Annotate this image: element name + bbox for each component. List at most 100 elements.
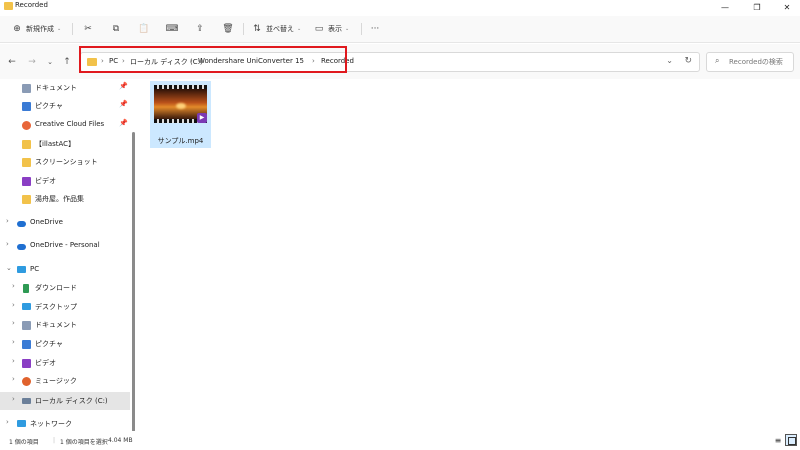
- sidebar-item-downloads[interactable]: › ダウンロード: [0, 279, 130, 297]
- sidebar-item-yufuneya[interactable]: 湯舟屋。作品集: [0, 190, 130, 208]
- sidebar-item-label: 【illastAC】: [35, 140, 76, 148]
- chevron-down-icon: ⌄: [297, 26, 302, 32]
- sidebar-scrollbar[interactable]: [132, 132, 135, 432]
- chevron-right-icon[interactable]: ›: [12, 395, 15, 403]
- view-button[interactable]: ▭ 表示 ⌄: [312, 21, 349, 37]
- item-count: 1 個の項目: [9, 439, 39, 446]
- more-icon: ···: [370, 24, 380, 34]
- maximize-button[interactable]: ❐: [742, 0, 772, 15]
- sidebar-item-screenshots[interactable]: スクリーンショット: [0, 153, 130, 171]
- pin-icon: 📌: [119, 82, 128, 90]
- sidebar-item-label: ピクチャ: [35, 102, 63, 110]
- search-input[interactable]: ⌕ Recordedの検索: [706, 52, 794, 72]
- sidebar-item-label: ドキュメント: [35, 84, 77, 92]
- sidebar-item-label: PC: [30, 265, 40, 273]
- sidebar-item-label: デスクトップ: [35, 303, 77, 311]
- search-icon: ⌕: [715, 56, 720, 65]
- video-file-icon: ▶: [154, 85, 207, 123]
- window-title: Recorded: [15, 1, 48, 9]
- sidebar-item-onedrive-personal[interactable]: › OneDrive - Personal: [0, 237, 130, 255]
- sidebar-item-label: ビデオ: [35, 359, 56, 367]
- chevron-right-icon[interactable]: ›: [12, 301, 15, 309]
- cut-icon: ✂: [84, 24, 92, 34]
- sidebar-item-label: スクリーンショット: [35, 158, 98, 166]
- selection-count: 1 個の項目を選択: [60, 439, 108, 446]
- sidebar-item-documents-pinned[interactable]: ドキュメント 📌: [0, 79, 130, 97]
- share-icon: ⇪: [196, 24, 204, 34]
- tiles-view-button[interactable]: [785, 434, 797, 446]
- sidebar-item-pc[interactable]: ⌄ PC: [0, 261, 130, 279]
- title-bar: Recorded — ❐ ✕: [0, 0, 800, 15]
- sidebar-item-creative-cloud[interactable]: Creative Cloud Files 📌: [0, 116, 130, 134]
- sidebar-item-local-disk[interactable]: › ローカル ディスク (C:): [0, 392, 130, 410]
- folder-icon: [4, 2, 13, 10]
- sidebar-item-music[interactable]: › ミュージック: [0, 372, 130, 390]
- chevron-right-icon[interactable]: ›: [12, 357, 15, 365]
- sidebar-item-documents[interactable]: › ドキュメント: [0, 316, 130, 334]
- address-highlight-box: [79, 46, 347, 73]
- sidebar-item-label: ダウンロード: [35, 284, 77, 292]
- chevron-right-icon[interactable]: ›: [6, 418, 9, 426]
- file-list[interactable]: [138, 79, 800, 431]
- new-label: 新規作成: [26, 25, 54, 33]
- chevron-right-icon[interactable]: ›: [12, 338, 15, 346]
- navigation-pane: ドキュメント 📌 ピクチャ 📌 Creative Cloud Files 📌 【…: [0, 79, 136, 431]
- folder-icon: [22, 195, 31, 204]
- toolbar-divider: [243, 23, 244, 35]
- videos-icon: [22, 359, 31, 368]
- cut-button[interactable]: ✂: [81, 21, 95, 37]
- chevron-right-icon[interactable]: ›: [6, 217, 9, 225]
- chevron-right-icon[interactable]: ›: [12, 282, 15, 290]
- chevron-down-icon[interactable]: ⌄: [6, 264, 12, 272]
- sidebar-item-label: ビデオ: [35, 177, 56, 185]
- delete-button[interactable]: 🗑: [221, 21, 235, 37]
- close-button[interactable]: ✕: [772, 0, 800, 15]
- sidebar-item-label: ミュージック: [35, 377, 77, 385]
- rename-button[interactable]: ⌨: [165, 21, 179, 37]
- onedrive-icon: [17, 221, 26, 227]
- share-button[interactable]: ⇪: [193, 21, 207, 37]
- play-icon: ▶: [197, 113, 207, 123]
- copy-button[interactable]: ⧉: [109, 21, 123, 37]
- up-button[interactable]: ↑: [60, 55, 74, 69]
- desktop-icon: [22, 303, 31, 310]
- drive-icon: [22, 398, 31, 404]
- sidebar-item-pictures-pinned[interactable]: ピクチャ 📌: [0, 97, 130, 115]
- file-item[interactable]: ▶ サンプル.mp4: [150, 81, 211, 148]
- refresh-icon[interactable]: ↻: [684, 56, 692, 66]
- sidebar-item-videos[interactable]: › ビデオ: [0, 354, 130, 372]
- paste-icon: 📋: [138, 24, 150, 34]
- sidebar-item-label: ピクチャ: [35, 340, 63, 348]
- command-bar: ⊕ 新規作成 ⌄ ✂ ⧉ 📋 ⌨ ⇪ 🗑 ⇅ 並べ替え ⌄ ▭ 表示 ⌄ ···: [0, 16, 800, 43]
- sidebar-item-videos-quick[interactable]: ビデオ: [0, 172, 130, 190]
- sidebar-item-illastac[interactable]: 【illastAC】: [0, 135, 130, 153]
- new-button[interactable]: ⊕ 新規作成 ⌄: [10, 21, 61, 37]
- recent-locations-button[interactable]: ⌄: [43, 55, 57, 69]
- search-placeholder: Recordedの検索: [729, 58, 783, 66]
- document-icon: [22, 321, 31, 330]
- chevron-right-icon[interactable]: ›: [12, 319, 15, 327]
- details-view-button[interactable]: ≡: [773, 436, 783, 445]
- more-options-button[interactable]: ···: [368, 21, 382, 37]
- sidebar-item-pictures[interactable]: › ピクチャ: [0, 335, 130, 353]
- pin-icon: 📌: [119, 119, 128, 127]
- pin-icon: 📌: [119, 100, 128, 108]
- chevron-right-icon[interactable]: ›: [12, 375, 15, 383]
- sidebar-item-onedrive[interactable]: › OneDrive: [0, 214, 130, 232]
- minimize-button[interactable]: —: [710, 0, 740, 15]
- downloads-icon: [23, 284, 29, 293]
- sidebar-item-label: ローカル ディスク (C:): [35, 397, 108, 405]
- sort-icon: ⇅: [253, 24, 261, 34]
- chevron-down-icon[interactable]: ⌄: [666, 56, 673, 65]
- pictures-icon: [22, 102, 31, 111]
- videos-icon: [22, 177, 31, 186]
- sort-button[interactable]: ⇅ 並べ替え ⌄: [250, 21, 301, 37]
- rename-icon: ⌨: [165, 24, 179, 34]
- view-icon: ▭: [314, 24, 324, 34]
- chevron-right-icon[interactable]: ›: [6, 240, 9, 248]
- forward-button[interactable]: →: [25, 55, 39, 69]
- paste-button[interactable]: 📋: [137, 21, 151, 37]
- back-button[interactable]: ←: [5, 55, 19, 69]
- sidebar-item-desktop[interactable]: › デスクトップ: [0, 298, 130, 316]
- folder-icon: [22, 158, 31, 167]
